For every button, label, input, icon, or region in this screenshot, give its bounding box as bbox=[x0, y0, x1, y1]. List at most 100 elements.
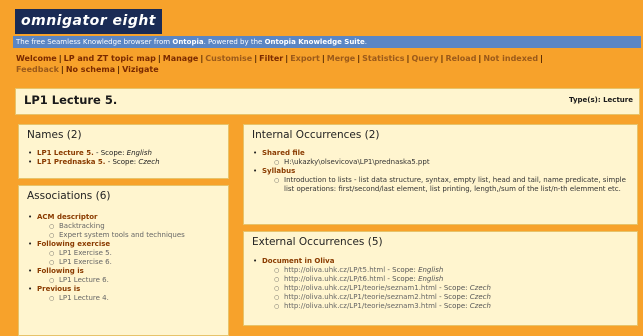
menu-query[interactable]: Query bbox=[411, 54, 438, 63]
occurrence-type[interactable]: Syllabus bbox=[262, 167, 295, 175]
list-item: Backtracking bbox=[49, 222, 185, 231]
association-role[interactable]: Following exercise bbox=[37, 240, 110, 248]
menu-no-schema[interactable]: No schema bbox=[66, 65, 115, 74]
name-value[interactable]: LP1 Lecture 5. bbox=[37, 149, 94, 157]
association-players: LP1 Exercise 5. LP1 Exercise 6. bbox=[37, 249, 185, 267]
menu-separator: | bbox=[321, 54, 325, 63]
main-menu: Welcome | LP and ZT topic map | Manage | Custo… bbox=[16, 53, 631, 75]
external-occurrences-list: Document in Oliva http://oliva.uhk.cz/LP… bbox=[252, 257, 491, 311]
list-item: H:\ukazky\olsevicova\LP1\prednaska5.ppt bbox=[274, 158, 629, 167]
occurrence-url[interactable]: http://oliva.uhk.cz/LP/t5.html bbox=[284, 266, 385, 274]
menu-reload[interactable]: Reload bbox=[445, 54, 476, 63]
association-players: Backtracking Expert system tools and tec… bbox=[37, 222, 185, 240]
page-title: LP1 Lecture 5. bbox=[24, 93, 118, 107]
scope-value[interactable]: Czech bbox=[470, 293, 491, 301]
occurrence-value: H:\ukazky\olsevicova\LP1\prednaska5.ppt bbox=[284, 158, 430, 166]
list-item: LP1 Prednaska 5. - Scope: Czech bbox=[27, 158, 160, 167]
menu-separator: | bbox=[540, 54, 543, 63]
internal-occurrences-heading: Internal Occurrences (2) bbox=[252, 129, 380, 141]
scope-value[interactable]: Czech bbox=[470, 284, 491, 292]
menu-statistics[interactable]: Statistics bbox=[362, 54, 404, 63]
menu-separator: | bbox=[60, 65, 64, 74]
scope-label: - Scope: bbox=[93, 149, 125, 157]
scope-value[interactable]: Czech bbox=[470, 302, 491, 310]
list-item: LP1 Lecture 5. - Scope: English bbox=[27, 149, 160, 158]
list-item: ACM descriptor Backtracking Expert syste… bbox=[27, 213, 185, 240]
list-item: Introduction to lists - list data struct… bbox=[274, 176, 629, 194]
app-logo[interactable]: omnigator eight bbox=[15, 9, 163, 34]
menu-export[interactable]: Export bbox=[290, 54, 320, 63]
scope-label: - Scope: bbox=[385, 275, 416, 283]
list-item: http://oliva.uhk.cz/LP1/teorie/seznam2.h… bbox=[274, 293, 491, 302]
menu-manage[interactable]: Manage bbox=[163, 54, 199, 63]
occurrence-urls: http://oliva.uhk.cz/LP/t5.html - Scope: … bbox=[262, 266, 491, 311]
list-item: Following exercise LP1 Exercise 5. LP1 E… bbox=[27, 240, 185, 267]
association-role[interactable]: Previous is bbox=[37, 285, 80, 293]
occurrence-url[interactable]: http://oliva.uhk.cz/LP1/teorie/seznam3.h… bbox=[284, 302, 437, 310]
scope-label: - Scope: bbox=[436, 293, 468, 301]
occurrence-url[interactable]: http://oliva.uhk.cz/LP1/teorie/seznam1.h… bbox=[284, 284, 437, 292]
occurrence-values: Introduction to lists - list data struct… bbox=[262, 176, 629, 194]
list-item: http://oliva.uhk.cz/LP/t6.html - Scope: … bbox=[274, 275, 491, 284]
list-item: Document in Oliva http://oliva.uhk.cz/LP… bbox=[252, 257, 491, 311]
scope-label: - Scope: bbox=[436, 284, 468, 292]
player-link[interactable]: Backtracking bbox=[59, 222, 105, 230]
topic-title-bar: LP1 Lecture 5. Type(s): Lecture bbox=[15, 88, 640, 115]
occurrence-type[interactable]: Document in Oliva bbox=[262, 257, 334, 265]
associations-list: ACM descriptor Backtracking Expert syste… bbox=[27, 213, 185, 303]
list-item: http://oliva.uhk.cz/LP/t5.html - Scope: … bbox=[274, 266, 491, 275]
scope-label: - Scope: bbox=[385, 266, 416, 274]
list-item: http://oliva.uhk.cz/LP1/teorie/seznam3.h… bbox=[274, 302, 491, 311]
association-role[interactable]: Following is bbox=[37, 267, 84, 275]
tagline-end: . bbox=[364, 38, 368, 46]
association-role[interactable]: ACM descriptor bbox=[37, 213, 98, 221]
scope-value[interactable]: English bbox=[418, 266, 443, 274]
internal-occurrences-list: Shared file H:\ukazky\olsevicova\LP1\pre… bbox=[252, 149, 629, 194]
tagline-bar: The free Seamless Knowledge browser from… bbox=[13, 36, 641, 48]
menu-merge[interactable]: Merge bbox=[327, 54, 355, 63]
occurrence-url[interactable]: http://oliva.uhk.cz/LP/t6.html bbox=[284, 275, 385, 283]
external-occurrences-panel: External Occurrences (5) Document in Oli… bbox=[243, 231, 638, 326]
occurrence-value: Introduction to lists - list data struct… bbox=[284, 176, 626, 193]
occurrence-values: H:\ukazky\olsevicova\LP1\prednaska5.ppt bbox=[262, 158, 629, 167]
scope-label: - Scope: bbox=[436, 302, 468, 310]
scope-value[interactable]: English bbox=[127, 149, 152, 157]
player-link[interactable]: LP1 Lecture 4. bbox=[59, 294, 109, 302]
menu-filter[interactable]: Filter bbox=[259, 54, 283, 63]
menu-customise[interactable]: Customise bbox=[205, 54, 252, 63]
scope-value[interactable]: Czech bbox=[138, 158, 159, 166]
player-link[interactable]: LP1 Lecture 6. bbox=[59, 276, 109, 284]
menu-vizigate[interactable]: Vizigate bbox=[122, 65, 159, 74]
occurrence-type[interactable]: Shared file bbox=[262, 149, 305, 157]
list-item: LP1 Exercise 6. bbox=[49, 258, 185, 267]
tagline-mid: . Powered by the bbox=[203, 38, 263, 46]
list-item: Following is LP1 Lecture 6. bbox=[27, 267, 185, 285]
name-value[interactable]: LP1 Prednaska 5. bbox=[37, 158, 105, 166]
list-item: LP1 Lecture 4. bbox=[49, 294, 185, 303]
menu-separator: | bbox=[58, 54, 62, 63]
list-item: Shared file H:\ukazky\olsevicova\LP1\pre… bbox=[252, 149, 629, 167]
ontopia-suite-link[interactable]: Ontopia Knowledge Suite bbox=[265, 38, 365, 46]
topic-types[interactable]: Type(s): Lecture bbox=[569, 96, 633, 104]
associations-panel: Associations (6) ACM descriptor Backtrac… bbox=[18, 185, 229, 336]
names-heading: Names (2) bbox=[27, 129, 82, 141]
menu-not-indexed[interactable]: Not indexed bbox=[483, 54, 538, 63]
list-item: LP1 Lecture 6. bbox=[49, 276, 185, 285]
association-players: LP1 Lecture 6. bbox=[37, 276, 185, 285]
scope-label: - Scope: bbox=[105, 158, 137, 166]
list-item: http://oliva.uhk.cz/LP1/teorie/seznam1.h… bbox=[274, 284, 491, 293]
menu-feedback[interactable]: Feedback bbox=[16, 65, 59, 74]
external-occurrences-heading: External Occurrences (5) bbox=[252, 236, 383, 248]
occurrence-url[interactable]: http://oliva.uhk.cz/LP1/teorie/seznam2.h… bbox=[284, 293, 437, 301]
association-players: LP1 Lecture 4. bbox=[37, 294, 185, 303]
list-item: Expert system tools and techniques bbox=[49, 231, 185, 240]
menu-separator: | bbox=[157, 54, 161, 63]
player-link[interactable]: Expert system tools and techniques bbox=[59, 231, 185, 239]
menu-topic-map[interactable]: LP and ZT topic map bbox=[64, 54, 156, 63]
scope-value[interactable]: English bbox=[418, 275, 443, 283]
player-link[interactable]: LP1 Exercise 6. bbox=[59, 258, 112, 266]
player-link[interactable]: LP1 Exercise 5. bbox=[59, 249, 112, 257]
tagline-prefix: The free Seamless Knowledge browser from bbox=[16, 38, 171, 46]
ontopia-link[interactable]: Ontopia bbox=[172, 38, 203, 46]
menu-welcome[interactable]: Welcome bbox=[16, 54, 57, 63]
